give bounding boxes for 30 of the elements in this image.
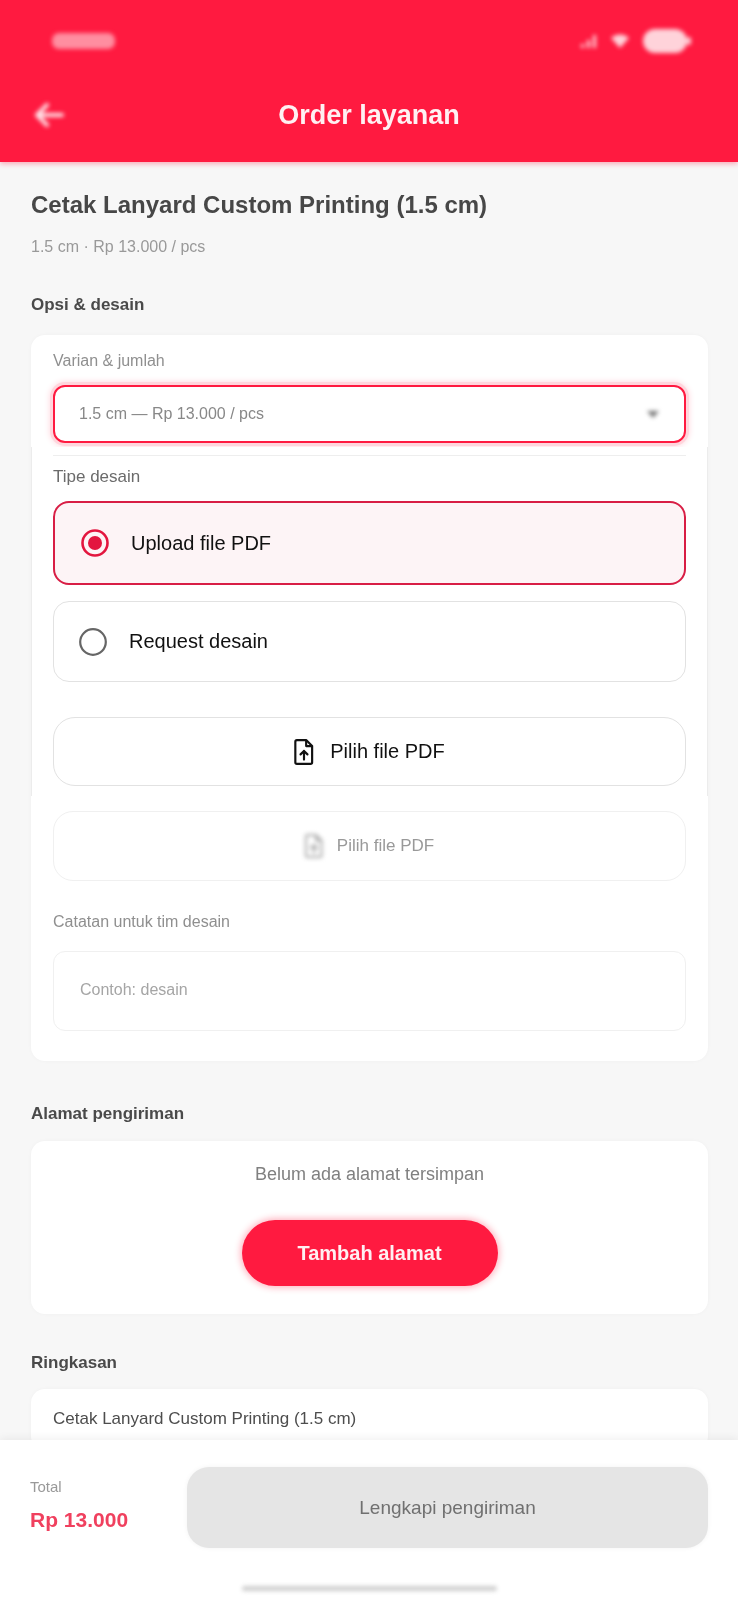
add-address-button[interactable]: Tambah alamat [241, 1220, 498, 1286]
radio-option[interactable]: Upload file PDF [53, 501, 686, 585]
screen-title: Order layanan [278, 99, 460, 131]
section-heading: Ringkasan [31, 1352, 117, 1374]
file-upload-icon [304, 834, 323, 858]
blurred-text-bar [52, 33, 115, 49]
caret-icon [646, 409, 660, 419]
field-label: Catatan untuk tim desain [53, 912, 230, 932]
field-label: Varian & jumlah [53, 351, 165, 371]
product-subtitle: 1.5 cm · Rp 13.000 / pcs [31, 237, 206, 257]
notes-field[interactable]: Contoh: desain [53, 951, 686, 1031]
file-picker-button[interactable]: Pilih file PDF [53, 811, 686, 881]
signal-icon [580, 33, 598, 49]
product-title: Cetak Lanyard Custom Printing (1.5 cm) [31, 190, 488, 220]
radio-selected-icon [81, 529, 109, 557]
file-picker-button[interactable]: Pilih file PDF [53, 717, 686, 786]
total-label: Total [30, 1478, 62, 1495]
empty-address-text: Belum ada alamat tersimpan [254, 1163, 485, 1185]
radio-option[interactable]: Request desain [53, 601, 686, 682]
total-amount: Rp 13.000 [30, 1507, 129, 1533]
dropdown-field[interactable]: 1.5 cm — Rp 13.000 / pcs [53, 385, 686, 443]
battery-icon [642, 28, 692, 54]
file-upload-icon [294, 738, 315, 765]
wifi-icon [610, 33, 630, 49]
summary-item: Cetak Lanyard Custom Printing (1.5 cm) [53, 1408, 357, 1430]
back-arrow-icon[interactable] [34, 102, 64, 128]
field-label: Tipe desain [53, 467, 141, 487]
radio-unselected-icon [79, 627, 107, 656]
section-heading: Alamat pengiriman [31, 1103, 185, 1125]
section-heading: Opsi & desain [31, 294, 145, 316]
